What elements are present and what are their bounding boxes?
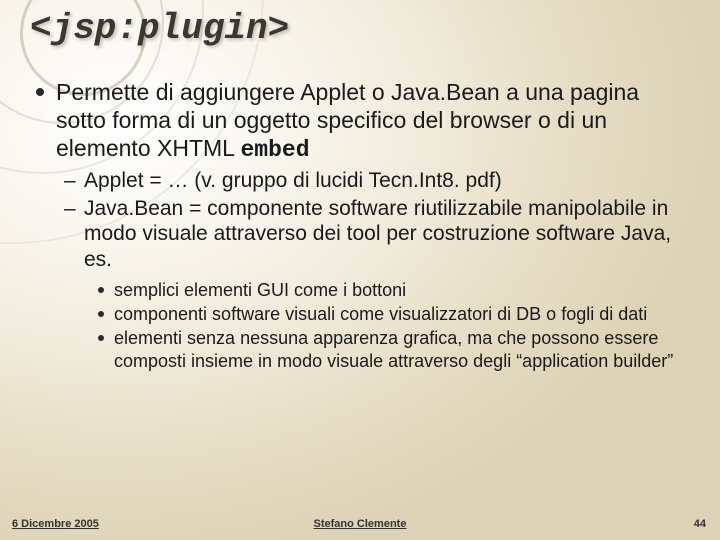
footer-author: Stefano Clemente (0, 518, 720, 530)
footer-page-number: 44 (694, 518, 706, 530)
bullet-text: Java.Bean = componente software riutiliz… (84, 197, 671, 271)
slide-body: Permette di aggiungere Applet o Java.Bea… (30, 78, 695, 378)
bullet-level3: semplici elementi GUI come i bottoni (94, 279, 695, 301)
bullet-text: Permette di aggiungere Applet o Java.Bea… (56, 79, 639, 161)
slide: <jsp:plugin> Permette di aggiungere Appl… (0, 0, 720, 540)
bullet-level2: Applet = … (v. gruppo di lucidi Tecn.Int… (62, 168, 695, 194)
bullet-level3: elementi senza nessuna apparenza grafica… (94, 327, 695, 372)
bullet-level1: Permette di aggiungere Applet o Java.Bea… (30, 78, 695, 372)
footer: 6 Dicembre 2005 Stefano Clemente 44 (0, 510, 720, 530)
slide-title: <jsp:plugin> (30, 8, 289, 49)
code-embed: embed (241, 137, 310, 163)
bullet-level2: Java.Bean = componente software riutiliz… (62, 196, 695, 372)
bullet-level3: componenti software visuali come visuali… (94, 303, 695, 325)
